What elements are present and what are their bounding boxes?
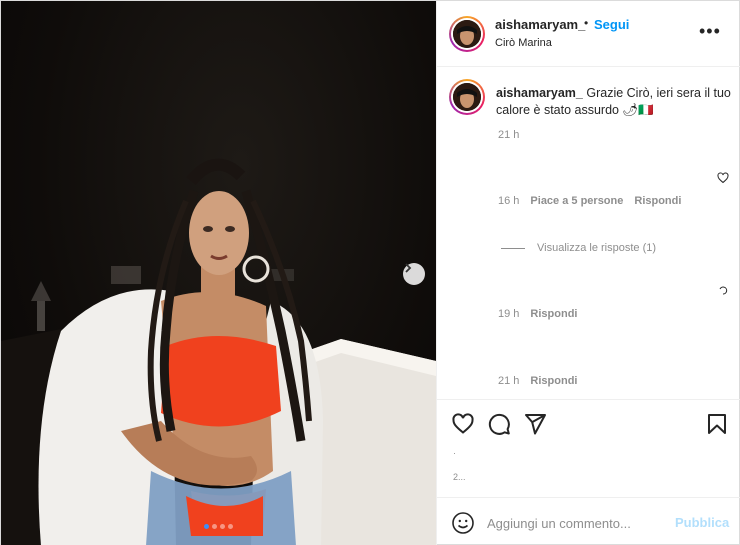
carousel-dot <box>220 524 225 529</box>
comment-likes[interactable]: Piace a 5 persone <box>530 195 623 207</box>
add-comment-bar: Pubblica <box>437 497 740 545</box>
post-username[interactable]: aishamaryam_ <box>495 17 585 32</box>
comment-input[interactable] <box>487 513 667 533</box>
comments-section: aishamaryam_ Grazie Cirò, ieri sera il t… <box>437 67 740 399</box>
reply-button[interactable]: Rispondi <box>530 308 577 320</box>
chevron-right-icon <box>405 263 412 273</box>
publish-button[interactable]: Pubblica <box>675 515 729 530</box>
caption-time: 21 h <box>498 129 520 141</box>
location-link[interactable]: Cirò Marina <box>495 37 552 49</box>
replies-line <box>501 247 525 249</box>
reply-button[interactable]: Rispondi <box>530 375 577 387</box>
comment-time: 19 h <box>498 308 520 320</box>
view-replies-label: Visualizza le risposte (1) <box>537 242 657 254</box>
post-header: aishamaryam_ • Segui Cirò Marina ••• <box>437 1 740 67</box>
post-actions: · 2... <box>437 399 740 497</box>
comment-meta-3: 21 h Rispondi <box>498 375 577 387</box>
comment-like-heart-icon[interactable] <box>717 172 729 184</box>
carousel-dots <box>1 524 436 529</box>
view-replies-button[interactable]: Visualizza le risposte (1) <box>501 242 656 254</box>
carousel-dot <box>212 524 217 529</box>
comment-time: 21 h <box>498 375 520 387</box>
post-side-panel: aishamaryam_ • Segui Cirò Marina ••• ais… <box>436 1 740 545</box>
post-photo[interactable] <box>1 1 436 545</box>
avatar-image <box>453 83 481 111</box>
emoji-icon[interactable] <box>451 511 475 535</box>
post-modal: aishamaryam_ • Segui Cirò Marina ••• ais… <box>0 0 740 545</box>
post-timestamp: 2... <box>453 472 466 482</box>
comment-meta-1: 16 h Piace a 5 persone Rispondi <box>498 195 681 207</box>
avatar[interactable] <box>449 16 485 52</box>
bookmark-icon[interactable] <box>705 412 729 436</box>
next-photo-button[interactable] <box>403 263 425 285</box>
carousel-dot <box>228 524 233 529</box>
photo-illustration <box>1 158 436 545</box>
carousel-dot <box>204 524 209 529</box>
follow-button[interactable]: Segui <box>594 17 629 32</box>
reply-button[interactable]: Rispondi <box>634 195 681 207</box>
separator-dot: • <box>584 16 589 30</box>
caption-text: aishamaryam_ Grazie Cirò, ieri sera il t… <box>496 85 736 119</box>
comment-meta-2: 19 h Rispondi <box>498 308 577 320</box>
send-icon[interactable] <box>523 412 547 436</box>
likes-count[interactable]: · <box>453 448 456 458</box>
comment-icon[interactable] <box>487 412 511 436</box>
heart-icon[interactable] <box>451 412 475 436</box>
caption-meta: 21 h <box>498 129 519 141</box>
caption-username[interactable]: aishamaryam_ <box>496 86 583 100</box>
comment-time: 16 h <box>498 195 520 207</box>
more-options-icon[interactable]: ••• <box>699 21 721 42</box>
caption-avatar[interactable] <box>449 79 485 115</box>
comment-like-heart-icon[interactable] <box>717 284 729 296</box>
avatar-image <box>453 20 481 48</box>
